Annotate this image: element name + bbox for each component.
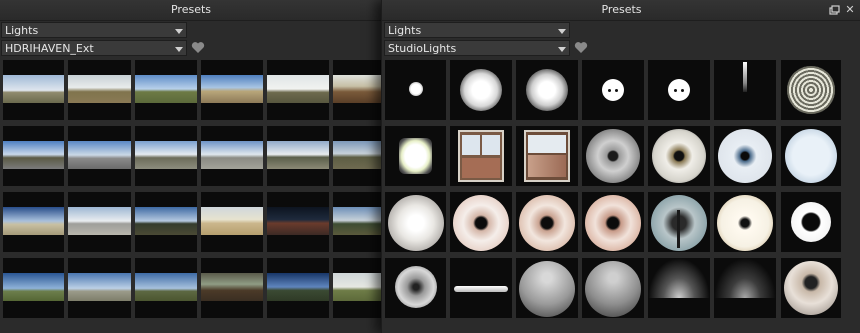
light-thumbnail[interactable]: [516, 60, 578, 120]
light-thumbnail[interactable]: [450, 60, 512, 120]
hdri-thumbnail[interactable]: [135, 60, 197, 120]
light-thumbnail[interactable]: [582, 60, 644, 120]
hdri-thumbnail[interactable]: [68, 60, 131, 120]
light-thumbnail[interactable]: [385, 258, 446, 318]
chevron-down-icon: [558, 47, 566, 52]
category-dropdown-value: Lights: [388, 24, 422, 37]
panel-title: Presets: [601, 3, 642, 16]
hdri-thumbnail[interactable]: [201, 60, 263, 120]
light-thumbnail[interactable]: [385, 192, 446, 252]
hdri-thumbnail[interactable]: [333, 126, 382, 186]
hdri-thumbnail[interactable]: [333, 192, 382, 252]
light-thumbnail-grid: [382, 60, 860, 333]
preset-dropdown-value: HDRIHAVEN_Ext: [5, 42, 94, 55]
hdri-thumbnail[interactable]: [267, 60, 329, 120]
hdri-thumbnail[interactable]: [135, 126, 197, 186]
heart-icon[interactable]: [574, 41, 588, 54]
hdri-thumbnail[interactable]: [135, 192, 197, 252]
light-thumbnail[interactable]: [714, 60, 776, 120]
hdri-thumbnail[interactable]: [333, 258, 382, 318]
preset-dropdown-value: StudioLights: [388, 42, 457, 55]
light-thumbnail[interactable]: [450, 192, 512, 252]
panel-title-bar[interactable]: Presets ✕: [382, 0, 860, 21]
light-thumbnail[interactable]: [648, 258, 710, 318]
hdri-thumbnail[interactable]: [68, 192, 131, 252]
category-dropdown[interactable]: Lights: [1, 22, 187, 38]
preset-dropdown[interactable]: HDRIHAVEN_Ext: [1, 40, 187, 56]
close-icon[interactable]: ✕: [843, 0, 857, 20]
light-thumbnail[interactable]: [385, 126, 446, 186]
light-thumbnail[interactable]: [781, 60, 841, 120]
hdri-thumbnail[interactable]: [267, 258, 329, 318]
heart-icon[interactable]: [191, 41, 205, 54]
hdri-thumbnail[interactable]: [135, 258, 197, 318]
presets-panel-right: Presets ✕ Lights StudioLights: [381, 0, 860, 333]
light-thumbnail[interactable]: [648, 192, 710, 252]
light-thumbnail[interactable]: [450, 126, 512, 186]
light-thumbnail[interactable]: [516, 258, 578, 318]
hdri-thumbnail[interactable]: [267, 126, 329, 186]
hdri-thumbnail[interactable]: [3, 258, 64, 318]
light-thumbnail[interactable]: [516, 192, 578, 252]
light-thumbnail[interactable]: [516, 126, 578, 186]
light-thumbnail[interactable]: [781, 192, 841, 252]
category-dropdown-value: Lights: [5, 24, 39, 37]
light-thumbnail[interactable]: [648, 60, 710, 120]
light-thumbnail[interactable]: [781, 258, 841, 318]
chevron-down-icon: [175, 29, 183, 34]
light-thumbnail[interactable]: [582, 192, 644, 252]
hdri-thumbnail[interactable]: [333, 60, 382, 120]
light-thumbnail[interactable]: [781, 126, 841, 186]
category-dropdown[interactable]: Lights: [384, 22, 570, 38]
panel-title: Presets: [170, 3, 212, 16]
light-thumbnail[interactable]: [714, 192, 776, 252]
light-thumbnail[interactable]: [648, 126, 710, 186]
hdri-thumbnail[interactable]: [68, 126, 131, 186]
hdri-thumbnail[interactable]: [3, 60, 64, 120]
chevron-down-icon: [558, 29, 566, 34]
hdri-thumbnail-grid: [0, 60, 382, 333]
hdri-thumbnail[interactable]: [201, 192, 263, 252]
hdri-thumbnail[interactable]: [3, 126, 64, 186]
hdri-thumbnail[interactable]: [3, 192, 64, 252]
light-thumbnail[interactable]: [582, 258, 644, 318]
hdri-thumbnail[interactable]: [267, 192, 329, 252]
hdri-thumbnail[interactable]: [201, 258, 263, 318]
chevron-down-icon: [175, 47, 183, 52]
light-thumbnail[interactable]: [714, 126, 776, 186]
hdri-thumbnail[interactable]: [68, 258, 131, 318]
light-thumbnail[interactable]: [714, 258, 776, 318]
preset-dropdown[interactable]: StudioLights: [384, 40, 570, 56]
light-thumbnail[interactable]: [385, 60, 446, 120]
light-thumbnail[interactable]: [582, 126, 644, 186]
panel-title-bar[interactable]: Presets: [0, 0, 382, 21]
presets-panel-left: Presets Lights HDRIHAVEN_Ext: [0, 0, 382, 333]
hdri-thumbnail[interactable]: [201, 126, 263, 186]
float-window-icon[interactable]: [827, 3, 841, 17]
light-thumbnail[interactable]: [450, 258, 512, 318]
